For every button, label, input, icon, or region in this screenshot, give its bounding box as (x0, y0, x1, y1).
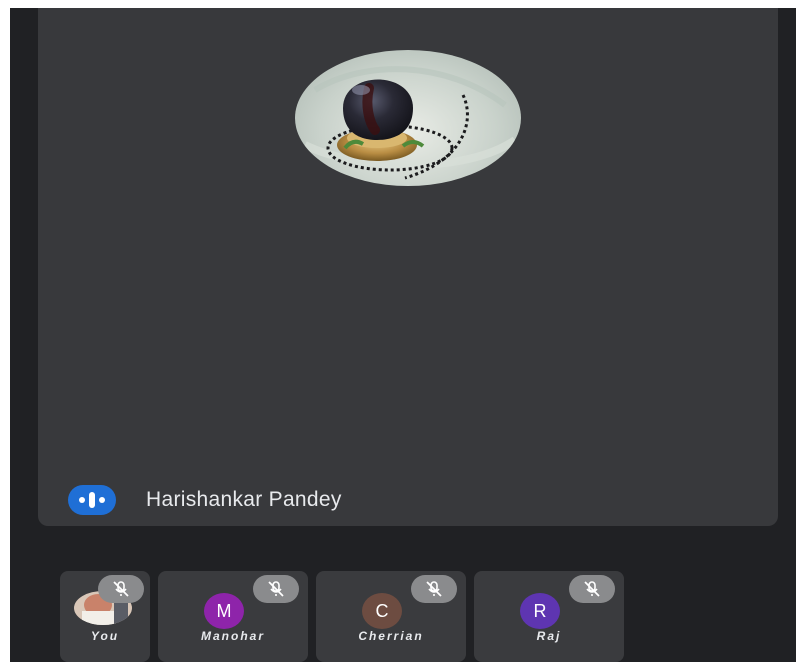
mic-off-icon (98, 575, 144, 603)
shivling-photo-image (303, 66, 518, 180)
mic-off-icon (253, 575, 299, 603)
active-speaker-tile[interactable]: Harishankar Pandey (38, 8, 778, 526)
participant-tile-manohar[interactable]: M Manohar (158, 571, 308, 662)
avatar: C (362, 593, 402, 629)
speaker-name: Harishankar Pandey (146, 488, 342, 511)
participant-name: Cherrian (358, 629, 424, 643)
participant-name: Raj (536, 629, 562, 643)
participant-name: You (90, 629, 120, 643)
speaker-label-row: Harishankar Pandey (68, 483, 342, 517)
participant-tile-you[interactable]: You (60, 571, 150, 662)
speaker-avatar-photo (295, 50, 521, 186)
avatar: R (520, 593, 560, 629)
participant-name: Manohar (200, 629, 265, 643)
participant-tile-raj[interactable]: R Raj (474, 571, 624, 662)
participant-tile-cherrian[interactable]: C Cherrian (316, 571, 466, 662)
mic-off-icon (411, 575, 457, 603)
avatar: M (204, 593, 244, 629)
mic-off-icon (569, 575, 615, 603)
meeting-screen: Harishankar Pandey You M Manohar C Cherr… (10, 8, 796, 662)
audio-level-icon (68, 485, 116, 515)
